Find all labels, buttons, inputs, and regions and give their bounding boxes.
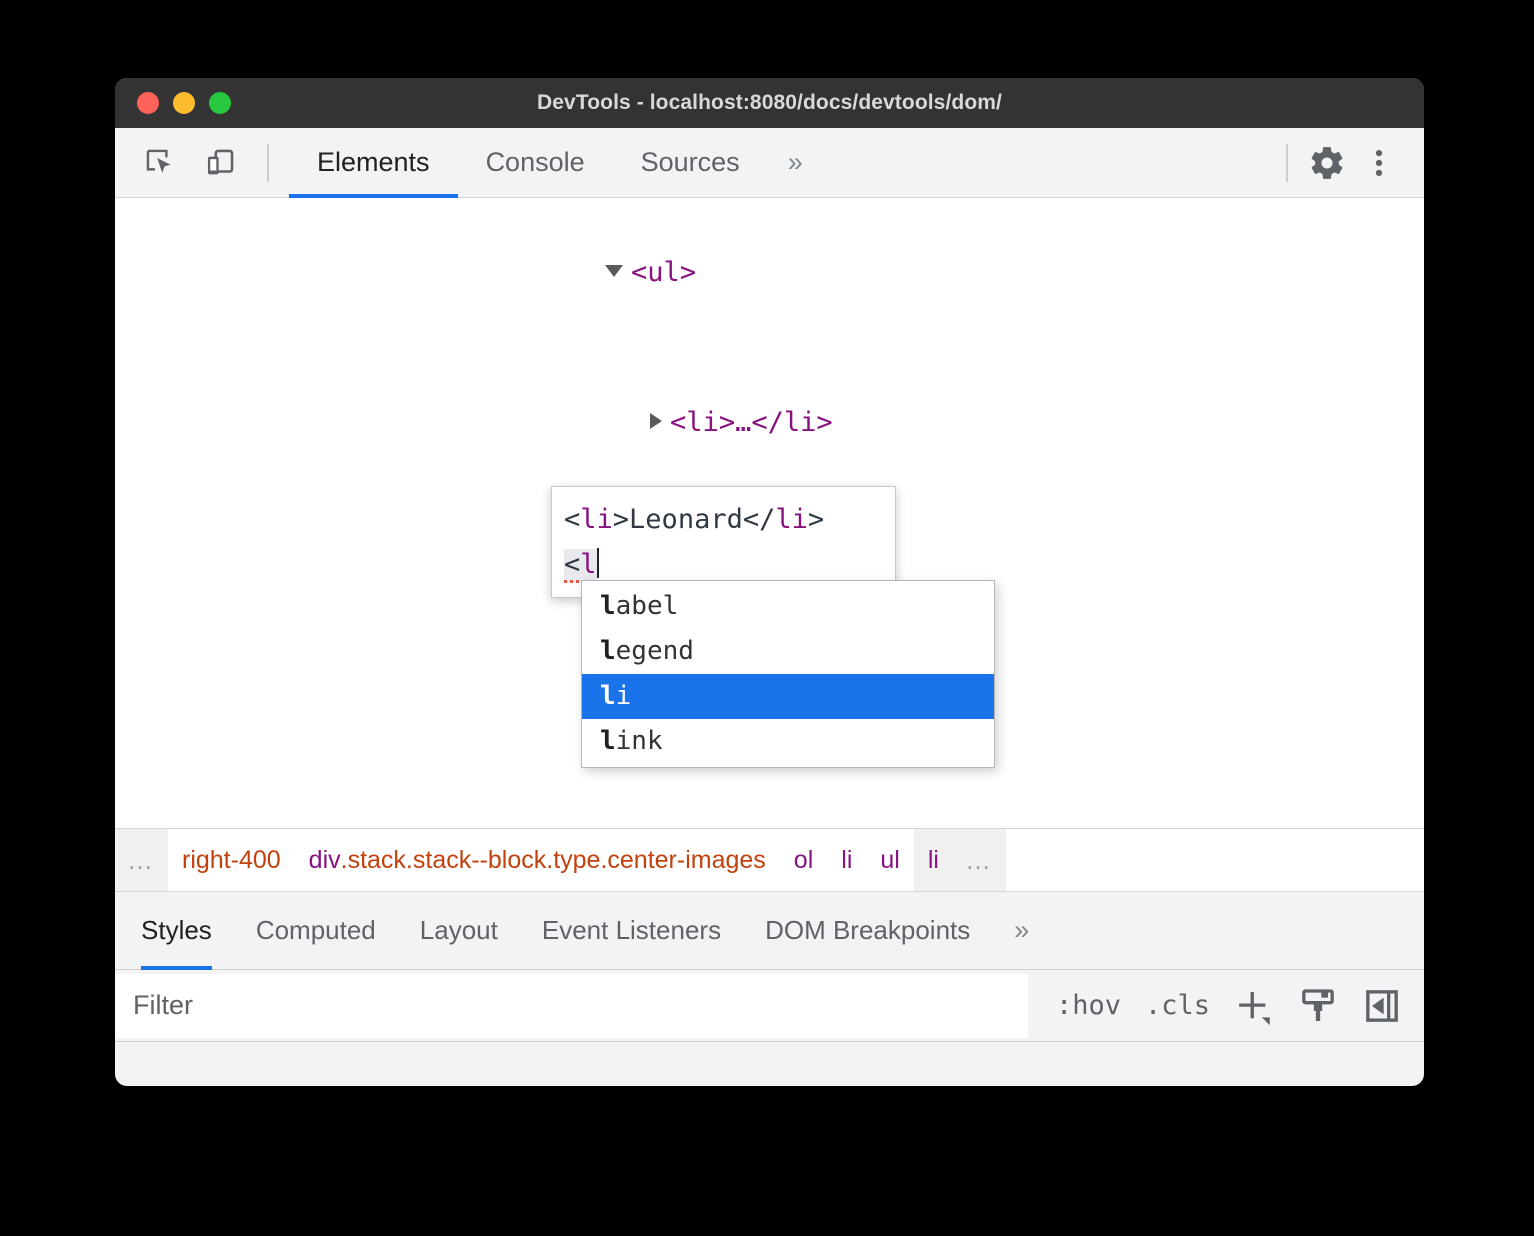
screenshot-stage: DevTools - localhost:8080/docs/devtools/… <box>0 0 1534 1236</box>
breadcrumb: … right-400 div.stack.stack--block.type.… <box>115 828 1424 892</box>
dom-node-text: <ul> <box>631 257 696 288</box>
tab-elements[interactable]: Elements <box>289 128 458 197</box>
styles-toolbar-actions: :hov .cls <box>1028 982 1424 1030</box>
autocomplete-popup[interactable]: label legend li link <box>581 580 995 768</box>
gear-icon[interactable] <box>1304 140 1350 186</box>
tab-event-listeners[interactable]: Event Listeners <box>520 892 743 969</box>
tab-layout[interactable]: Layout <box>398 892 520 969</box>
twisty-open-icon[interactable] <box>605 265 623 277</box>
device-toolbar-icon[interactable] <box>197 140 243 186</box>
more-sidebar-tabs-icon[interactable]: » <box>992 892 1051 969</box>
toolbar-divider-right <box>1286 144 1288 182</box>
zoom-button[interactable] <box>209 92 231 114</box>
toolbar-left-icons <box>115 128 289 197</box>
breadcrumb-item-li-selected[interactable]: li <box>914 828 953 892</box>
autocomplete-item-li[interactable]: li <box>582 674 994 719</box>
tab-dom-breakpoints[interactable]: DOM Breakpoints <box>743 892 992 969</box>
paintbrush-icon[interactable] <box>1294 982 1342 1030</box>
filter-input[interactable] <box>115 974 1028 1038</box>
sidebar-tabs: Styles Computed Layout Event Listeners D… <box>115 892 1424 970</box>
toggle-sidebar-icon[interactable] <box>1358 982 1406 1030</box>
editor-line-1-text: Leonard <box>629 504 743 535</box>
devtools-window: DevTools - localhost:8080/docs/devtools/… <box>115 78 1424 1086</box>
twisty-closed-icon[interactable] <box>650 413 662 429</box>
breadcrumb-item-ul[interactable]: ul <box>866 828 913 892</box>
toolbar-divider <box>267 144 269 182</box>
breadcrumb-item-right-400[interactable]: right-400 <box>168 828 295 892</box>
window-controls <box>115 92 231 114</box>
kebab-menu-icon[interactable] <box>1356 140 1402 186</box>
cls-button[interactable]: .cls <box>1141 990 1214 1021</box>
text-caret <box>597 548 599 578</box>
window-titlebar: DevTools - localhost:8080/docs/devtools/… <box>115 78 1424 128</box>
dom-node-ul-open[interactable]: <ul> <box>115 198 1424 348</box>
main-toolbar: Elements Console Sources » <box>115 128 1424 198</box>
minimize-button[interactable] <box>173 92 195 114</box>
tab-styles[interactable]: Styles <box>115 892 234 969</box>
breadcrumb-overflow-left[interactable]: … <box>115 828 168 892</box>
window-title: DevTools - localhost:8080/docs/devtools/… <box>115 91 1424 115</box>
breadcrumb-overflow-right[interactable]: … <box>953 828 1006 892</box>
toolbar-right-icons <box>1276 128 1424 197</box>
hov-button[interactable]: :hov <box>1052 990 1125 1021</box>
tab-sources[interactable]: Sources <box>613 128 768 197</box>
panel-tabs: Elements Console Sources » <box>289 128 823 197</box>
editor-typed-text: <l <box>564 549 597 583</box>
autocomplete-item-legend[interactable]: legend <box>582 629 994 674</box>
breadcrumb-item-li-outer[interactable]: li <box>827 828 866 892</box>
dom-tree-panel[interactable]: <ul> <li>…</li> <li>…</li> </ul> </li> <… <box>115 198 1424 828</box>
tab-console[interactable]: Console <box>458 128 613 197</box>
more-tabs-icon[interactable]: » <box>768 128 823 197</box>
dom-node-li-1[interactable]: <li>…</li> <box>115 348 1424 498</box>
autocomplete-item-link[interactable]: link <box>582 719 994 764</box>
styles-toolbar: :hov .cls <box>115 970 1424 1042</box>
dom-node-text: <li>…</li> <box>670 407 833 438</box>
editor-line-1: <li>Leonard</li> <box>564 497 883 542</box>
inspect-element-icon[interactable] <box>137 140 183 186</box>
dom-node-ul-close[interactable]: </ul> <box>115 798 1424 828</box>
autocomplete-item-label[interactable]: label <box>582 584 994 629</box>
breadcrumb-item-ol[interactable]: ol <box>780 828 827 892</box>
breadcrumb-item-div[interactable]: div.stack.stack--block.type.center-image… <box>295 828 780 892</box>
close-button[interactable] <box>137 92 159 114</box>
tab-computed[interactable]: Computed <box>234 892 398 969</box>
plus-icon[interactable] <box>1230 982 1278 1030</box>
